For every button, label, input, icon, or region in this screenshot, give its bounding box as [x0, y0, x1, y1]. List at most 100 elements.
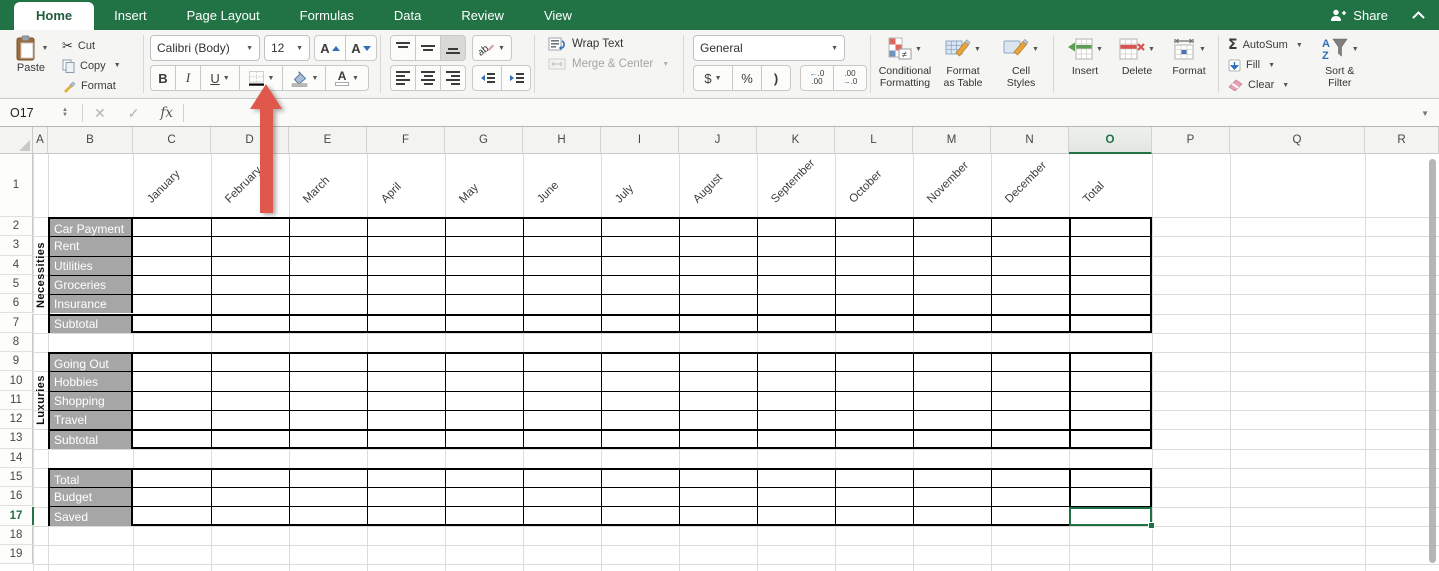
paste-button[interactable]: ▼ Paste	[8, 35, 54, 74]
comma-format-button[interactable]: )	[761, 65, 791, 91]
cell-styles-dropdown-arrow[interactable]: ▼	[1032, 46, 1039, 53]
month-header-label[interactable]: March	[300, 173, 334, 207]
column-header-b[interactable]: B	[48, 127, 133, 154]
fill-color-dropdown-arrow[interactable]: ▼	[312, 75, 319, 82]
collapse-ribbon-button[interactable]	[1412, 11, 1425, 19]
month-header-label[interactable]: July	[612, 181, 638, 207]
column-header-h[interactable]: H	[523, 127, 601, 154]
month-header-label[interactable]: Total	[1080, 179, 1108, 207]
column-header-q[interactable]: Q	[1230, 127, 1365, 154]
row-label-cell[interactable]: Subtotal	[50, 429, 133, 448]
row-header-9[interactable]: 9	[0, 352, 33, 371]
format-cells-button[interactable]: ▼ Format	[1163, 35, 1215, 77]
align-middle-button[interactable]	[415, 35, 441, 61]
paste-dropdown-arrow[interactable]: ▼	[42, 45, 49, 52]
row-label-cell[interactable]: Groceries	[50, 275, 133, 294]
row-header-11[interactable]: 11	[0, 391, 33, 410]
column-header-k[interactable]: K	[757, 127, 835, 154]
row-header-1[interactable]: 1	[0, 154, 33, 217]
align-center-button[interactable]	[415, 65, 441, 91]
column-header-r[interactable]: R	[1365, 127, 1439, 154]
align-left-button[interactable]	[390, 65, 416, 91]
month-header-label[interactable]: November	[924, 158, 973, 207]
row-header-14[interactable]: 14	[0, 449, 33, 468]
vertical-scrollbar[interactable]	[1429, 159, 1436, 563]
tab-review[interactable]: Review	[441, 2, 524, 30]
font-color-dropdown-arrow[interactable]: ▼	[352, 75, 359, 82]
row-label-cell[interactable]: Hobbies	[50, 371, 133, 390]
name-box-stepper[interactable]: ▲▼	[62, 108, 68, 118]
tab-home[interactable]: Home	[14, 2, 94, 30]
month-header-label[interactable]: September	[768, 156, 819, 207]
format-as-table-button[interactable]: ▼ Formatas Table	[934, 35, 992, 89]
format-as-table-dropdown-arrow[interactable]: ▼	[974, 46, 981, 53]
currency-format-button[interactable]: $▼	[693, 65, 733, 91]
confirm-entry-button[interactable]: ✓	[117, 105, 151, 122]
spreadsheet-grid[interactable]: ABCDEFGHIJKLMNOPQR1234567891011121314151…	[0, 127, 1439, 571]
align-bottom-button[interactable]	[440, 35, 466, 61]
formula-bar-expand-arrow[interactable]: ▼	[1421, 109, 1439, 118]
column-header-m[interactable]: M	[913, 127, 991, 154]
align-top-button[interactable]	[390, 35, 416, 61]
decrease-font-size-button[interactable]: A	[345, 35, 377, 61]
decrease-decimal-button[interactable]: .00 →.0	[833, 65, 867, 91]
row-header-8[interactable]: 8	[0, 333, 33, 352]
increase-font-size-button[interactable]: A	[314, 35, 346, 61]
tab-insert[interactable]: Insert	[94, 2, 167, 30]
row-header-15[interactable]: 15	[0, 468, 33, 487]
conditional-formatting-dropdown-arrow[interactable]: ▼	[915, 46, 922, 53]
tab-formulas[interactable]: Formulas	[280, 2, 374, 30]
row-label-cell[interactable]: Saved	[50, 506, 133, 525]
tab-data[interactable]: Data	[374, 2, 441, 30]
month-header-label[interactable]: April	[378, 179, 406, 207]
column-header-j[interactable]: J	[679, 127, 757, 154]
month-header-label[interactable]: June	[534, 178, 563, 207]
month-header-label[interactable]: January	[144, 167, 184, 207]
column-header-a[interactable]: A	[33, 127, 48, 154]
column-header-l[interactable]: L	[835, 127, 913, 154]
column-header-i[interactable]: I	[601, 127, 679, 154]
align-right-button[interactable]	[440, 65, 466, 91]
row-header-4[interactable]: 4	[0, 256, 33, 275]
name-box[interactable]: O17	[0, 106, 62, 120]
fill-handle[interactable]	[1148, 522, 1155, 529]
column-header-d[interactable]: D	[211, 127, 289, 154]
sort-filter-button[interactable]: AZ ▼ Sort &Filter	[1311, 35, 1369, 89]
column-header-e[interactable]: E	[289, 127, 367, 154]
row-label-cell[interactable]: Budget	[50, 487, 133, 506]
cut-button[interactable]: ✂ Cut	[62, 37, 121, 54]
font-family-select[interactable]: Calibri (Body)▼	[150, 35, 260, 61]
insert-cells-button[interactable]: ▼ Insert	[1059, 35, 1111, 77]
month-header-label[interactable]: August	[690, 170, 727, 207]
row-header-16[interactable]: 16	[0, 487, 33, 506]
clear-button[interactable]: Clear ▼	[1228, 76, 1303, 94]
column-header-n[interactable]: N	[991, 127, 1069, 154]
merge-center-dropdown-arrow[interactable]: ▼	[662, 61, 669, 68]
month-header-label[interactable]: May	[456, 180, 483, 207]
month-header-label[interactable]: October	[846, 167, 886, 207]
row-header-6[interactable]: 6	[0, 294, 33, 313]
fill-button[interactable]: Fill ▼	[1228, 56, 1303, 74]
column-header-c[interactable]: C	[133, 127, 211, 154]
column-header-g[interactable]: G	[445, 127, 523, 154]
merge-center-button[interactable]: Merge & Center ▼	[548, 58, 676, 70]
autosum-button[interactable]: Σ AutoSum ▼	[1228, 36, 1303, 54]
format-painter-button[interactable]: Format	[62, 77, 121, 94]
row-header-7[interactable]: 7	[0, 314, 33, 333]
sort-filter-dropdown-arrow[interactable]: ▼	[1352, 46, 1359, 53]
row-label-cell[interactable]: Subtotal	[50, 314, 133, 333]
clear-dropdown-arrow[interactable]: ▼	[1282, 82, 1289, 89]
cell-styles-button[interactable]: ▼ CellStyles	[992, 35, 1050, 89]
increase-indent-button[interactable]	[501, 65, 531, 91]
row-header-13[interactable]: 13	[0, 429, 33, 448]
tab-view[interactable]: View	[524, 2, 592, 30]
share-button[interactable]: Share	[1330, 8, 1388, 23]
orientation-dropdown-arrow[interactable]: ▼	[498, 45, 505, 52]
borders-dropdown-arrow[interactable]: ▼	[268, 75, 275, 82]
copy-button[interactable]: Copy ▼	[62, 57, 121, 74]
insert-cells-dropdown-arrow[interactable]: ▼	[1096, 46, 1103, 53]
currency-dropdown-arrow[interactable]: ▼	[715, 75, 722, 82]
row-label-cell[interactable]: Insurance	[50, 294, 133, 313]
delete-cells-button[interactable]: ▼ Delete	[1111, 35, 1163, 77]
italic-button[interactable]: I	[175, 65, 201, 91]
